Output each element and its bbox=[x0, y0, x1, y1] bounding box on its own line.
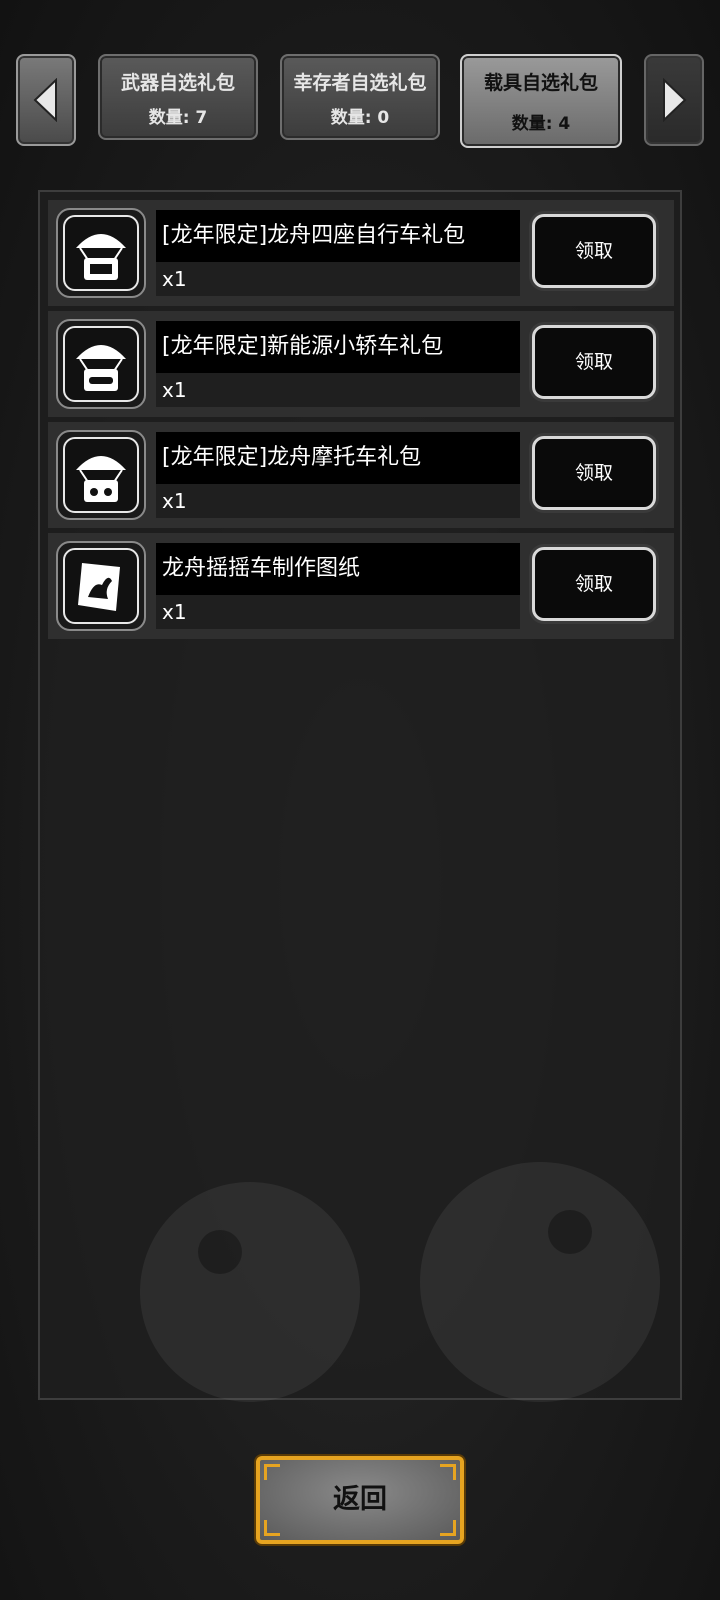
back-button-label: 返回 bbox=[333, 1484, 387, 1515]
list-item: 龙舟摇摇车制作图纸 x1 领取 bbox=[48, 533, 674, 639]
claim-button[interactable]: 领取 bbox=[532, 547, 656, 621]
list-item: [龙年限定]龙舟摩托车礼包 x1 领取 bbox=[48, 422, 674, 528]
prev-tab-button[interactable] bbox=[16, 54, 76, 146]
parachute-crate-icon bbox=[76, 345, 126, 391]
blueprint-icon bbox=[78, 563, 120, 611]
item-quantity: x1 bbox=[156, 595, 520, 629]
arrow-left-icon bbox=[33, 78, 57, 122]
item-name: [龙年限定]新能源小轿车礼包 bbox=[156, 321, 520, 373]
item-quantity: x1 bbox=[156, 484, 520, 518]
claim-button[interactable]: 领取 bbox=[532, 436, 656, 510]
tab-label: 幸存者自选礼包 bbox=[293, 72, 427, 94]
item-icon-frame bbox=[56, 208, 146, 298]
next-tab-button[interactable] bbox=[644, 54, 704, 146]
parachute-crate-icon bbox=[76, 456, 126, 502]
item-icon-frame bbox=[56, 541, 146, 631]
tab-count: 数量: 0 bbox=[330, 108, 390, 128]
corner-ornament bbox=[264, 1520, 280, 1536]
tab-label: 武器自选礼包 bbox=[120, 72, 235, 94]
item-icon-frame bbox=[56, 430, 146, 520]
tab-survivor-pack[interactable]: 幸存者自选礼包 数量: 0 bbox=[280, 54, 440, 140]
tab-label: 载具自选礼包 bbox=[483, 72, 598, 94]
item-name: [龙年限定]龙舟摩托车礼包 bbox=[156, 432, 520, 484]
parachute-crate-icon bbox=[76, 234, 126, 280]
list-item: [龙年限定]新能源小轿车礼包 x1 领取 bbox=[48, 311, 674, 417]
claim-button[interactable]: 领取 bbox=[532, 325, 656, 399]
arrow-right-icon bbox=[663, 78, 687, 122]
item-list-panel: [龙年限定]龙舟四座自行车礼包 x1 领取 [龙年限定]新能源小轿车礼包 x1 … bbox=[38, 190, 682, 1402]
top-tab-bar: 武器自选礼包 数量: 7 幸存者自选礼包 数量: 0 载具自选礼包 数量: 4 bbox=[0, 0, 720, 160]
corner-ornament bbox=[440, 1464, 456, 1480]
corner-ornament bbox=[264, 1464, 280, 1480]
tab-weapon-pack[interactable]: 武器自选礼包 数量: 7 bbox=[98, 54, 258, 140]
item-name: [龙年限定]龙舟四座自行车礼包 bbox=[156, 210, 520, 262]
item-icon-frame bbox=[56, 319, 146, 409]
corner-ornament bbox=[440, 1520, 456, 1536]
back-button[interactable]: 返回 bbox=[256, 1456, 464, 1544]
list-item: [龙年限定]龙舟四座自行车礼包 x1 领取 bbox=[48, 200, 674, 306]
claim-button[interactable]: 领取 bbox=[532, 214, 656, 288]
tab-count: 数量: 4 bbox=[511, 114, 571, 134]
item-quantity: x1 bbox=[156, 373, 520, 407]
tab-count: 数量: 7 bbox=[148, 108, 208, 128]
item-name: 龙舟摇摇车制作图纸 bbox=[156, 543, 520, 595]
tab-vehicle-pack[interactable]: 载具自选礼包 数量: 4 bbox=[460, 54, 622, 148]
item-quantity: x1 bbox=[156, 262, 520, 296]
